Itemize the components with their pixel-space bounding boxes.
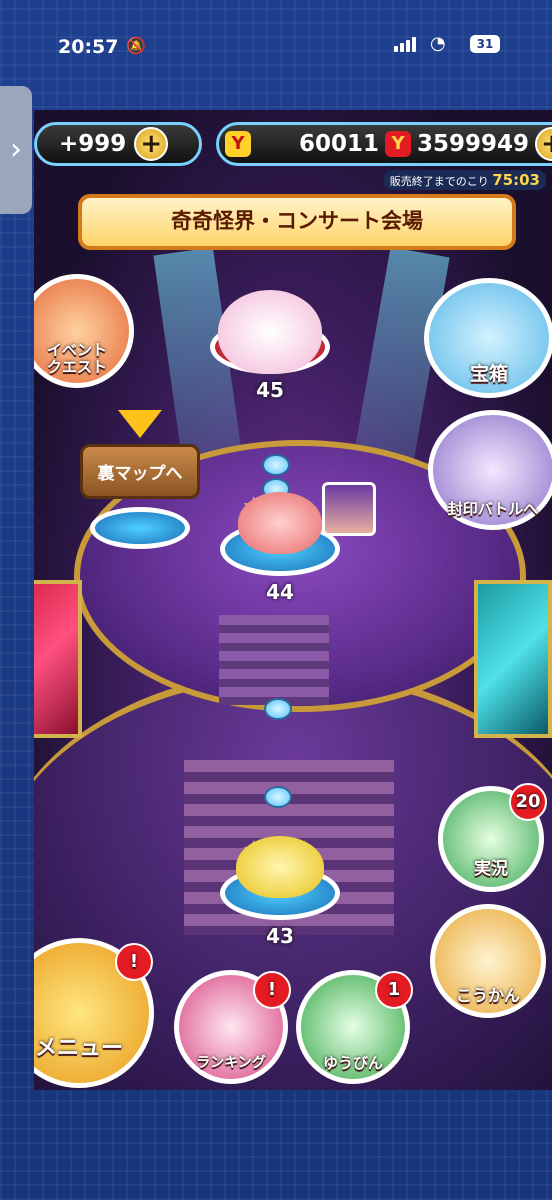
right-speaker-pillar (474, 580, 552, 738)
treasure-chest-button[interactable]: 宝箱 (424, 278, 552, 398)
creature (236, 836, 324, 898)
menu-label: メニュー (34, 1035, 123, 1061)
path-dot (262, 454, 290, 476)
event-quest-label: イベント クエスト (46, 341, 107, 376)
seal-battle-label: 封印バトルへ (447, 499, 539, 518)
node-level: 44 (266, 580, 294, 604)
exchange-label: こうかん (455, 986, 520, 1006)
mail-label: ゆうびん (322, 1053, 383, 1072)
left-speaker-pillar (34, 580, 82, 738)
hud-bar: +999 + Y 60011 Y 3599949 + (34, 122, 552, 166)
down-arrow-icon (118, 410, 162, 438)
node-level: 45 (256, 378, 284, 402)
path-dot (264, 698, 292, 720)
bottom-frame (0, 1090, 552, 1200)
area-title-banner: 奇奇怪界・コンサート会場 (78, 194, 516, 250)
stamina-value: +999 (59, 131, 127, 157)
menu-badge: ! (115, 943, 153, 981)
currency-counter: Y 60011 Y 3599949 + (216, 122, 552, 166)
wifi-icon: ◔ (430, 33, 446, 54)
sale-timer: 販売終了までのこり 75:03 (383, 170, 546, 190)
money-icon: Y (225, 131, 251, 157)
timer-value: 75:03 (492, 171, 540, 189)
seal-battle-button[interactable]: 封印バトルへ (428, 410, 552, 530)
bell-slash-icon: 🔕 (126, 36, 146, 55)
live-badge: 20 (509, 783, 547, 821)
points-icon: Y (384, 131, 411, 157)
status-bar: 20:57 🔕 ◔ 31 (0, 0, 552, 90)
side-drawer-tab[interactable]: › (0, 86, 32, 214)
add-stamina-button[interactable]: + (134, 127, 169, 161)
money-value: 60011 (298, 131, 379, 157)
ura-map-label: 裏マップへ (80, 444, 200, 499)
creature (238, 492, 322, 554)
ranking-label: ランキング (196, 1054, 266, 1071)
stage-node-45[interactable]: ★★★ 45 (210, 290, 330, 402)
treasure-label: 宝箱 (469, 363, 508, 386)
clock: 20:57 (58, 36, 119, 58)
game-scene: +999 + Y 60011 Y 3599949 + 販売終了までのこり 75:… (34, 110, 552, 1090)
ranking-button[interactable]: ランキング ! (174, 970, 291, 1084)
friend-avatar[interactable] (322, 482, 376, 536)
add-currency-button[interactable]: + (535, 127, 552, 161)
mail-badge: 1 (375, 971, 413, 1009)
live-label: 実況 (474, 859, 508, 880)
points-value: 3599949 (416, 131, 529, 157)
live-button[interactable]: 実況 20 (438, 783, 547, 892)
timer-label: 販売終了までのこり (389, 175, 489, 188)
stage-node-43[interactable]: ★★★ 43 (220, 836, 340, 948)
ranking-badge: ! (253, 971, 291, 1009)
battery-indicator: 31 (470, 35, 500, 53)
path-dot (264, 786, 292, 808)
exchange-button[interactable]: こうかん (430, 904, 546, 1018)
event-quest-button[interactable]: イベント クエスト (34, 274, 134, 388)
node-level: 43 (266, 924, 294, 948)
signal-icon (394, 36, 416, 52)
mail-button[interactable]: ゆうびん 1 (296, 970, 413, 1084)
stamina-counter: +999 + (34, 122, 202, 166)
boss-creature (218, 290, 322, 374)
stairs-upper (219, 615, 329, 705)
ura-map-pedestal (90, 507, 190, 549)
ura-map-signpost[interactable]: 裏マップへ (80, 410, 200, 549)
